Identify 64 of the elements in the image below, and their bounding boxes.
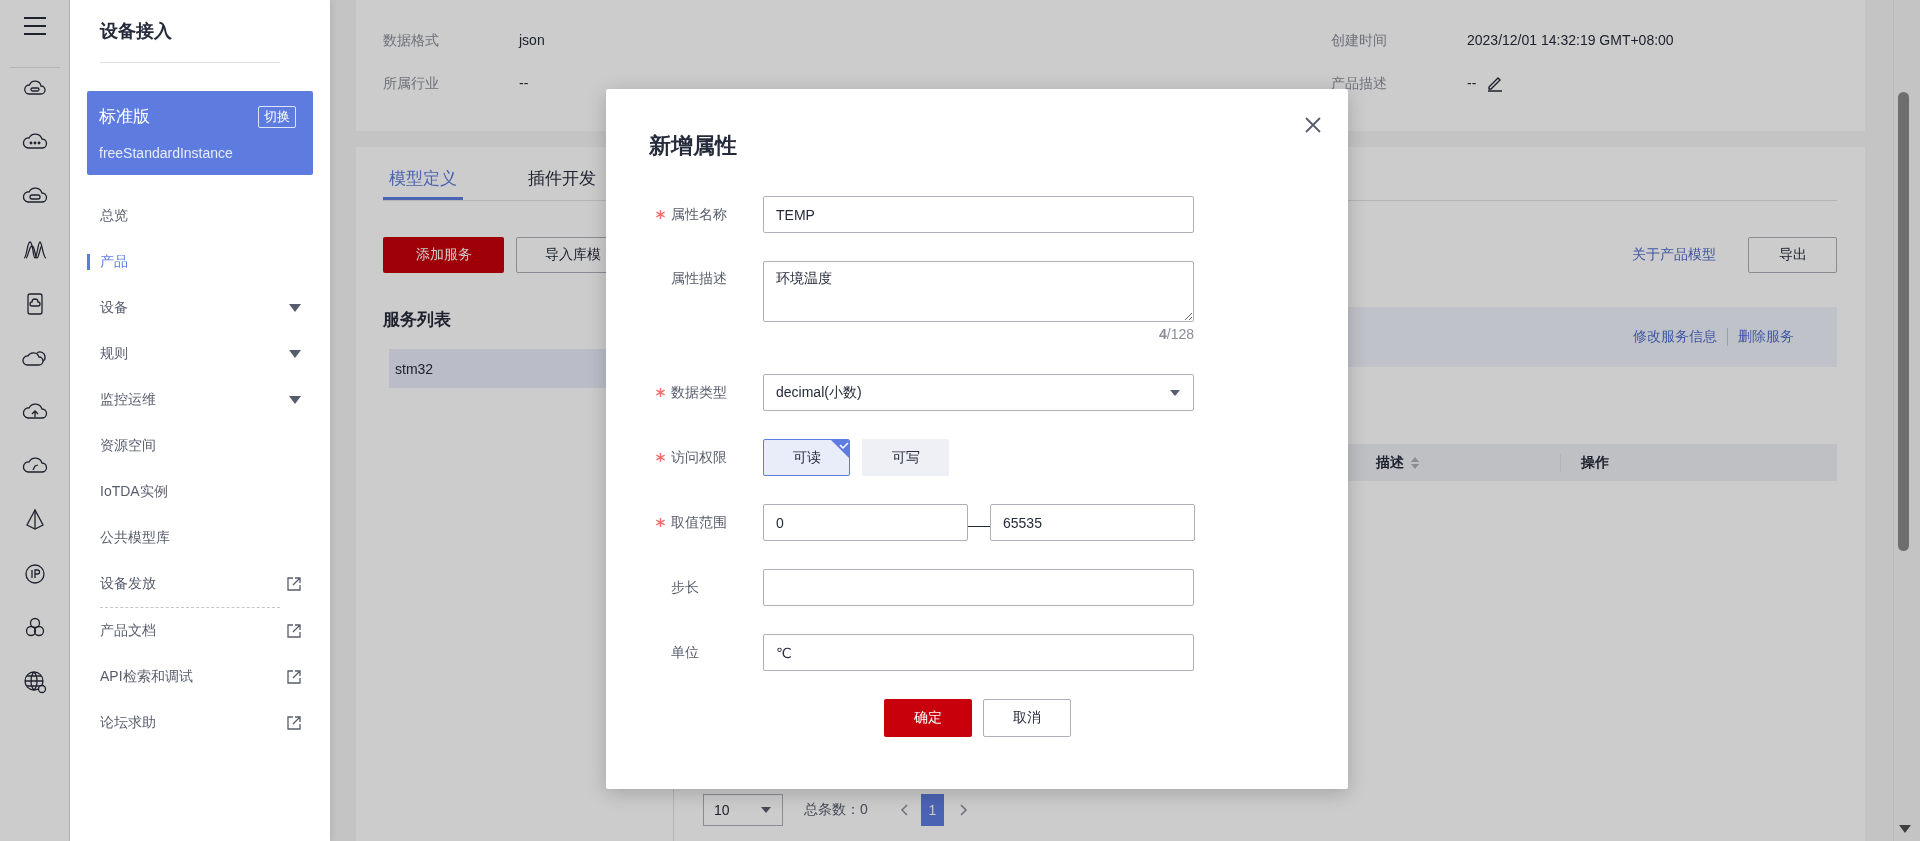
sidebar-item[interactable]: 设备 <box>87 285 313 331</box>
page-size-select[interactable]: 10 <box>703 794 783 826</box>
sidebar-item[interactable]: API检索和调试 <box>87 654 313 700</box>
sidebar-title: 设备接入 <box>100 20 173 43</box>
field-label: 单位 <box>671 643 699 662</box>
description-field[interactable]: 环境温度 <box>763 261 1194 322</box>
caret-icon <box>1169 388 1181 397</box>
service-list-title: 服务列表 <box>383 309 452 331</box>
field-label: 属性名称 <box>671 205 727 224</box>
field-label: 步长 <box>671 578 699 597</box>
text-field[interactable]: ℃ <box>763 634 1194 671</box>
add-service-button[interactable]: 添加服务 <box>383 237 504 273</box>
data-type-select[interactable]: decimal(小数) <box>763 374 1194 411</box>
sidebar-item[interactable]: 公共模型库 <box>87 515 313 561</box>
column-header: 操作 <box>1581 453 1609 472</box>
sidebar-item[interactable]: IoTDA实例 <box>87 469 313 515</box>
service-action-link[interactable]: 删除服务 <box>1727 328 1804 346</box>
field-label: 取值范围 <box>671 513 727 532</box>
scrollbar[interactable] <box>1893 0 1920 841</box>
field-label: 数据类型 <box>671 383 727 402</box>
service-action-link[interactable]: 修改服务信息 <box>1623 328 1727 346</box>
total-count: 总条数：0 <box>804 801 868 819</box>
sidebar-item[interactable]: 论坛求助 <box>87 700 313 746</box>
field-label: 属性描述 <box>671 270 727 288</box>
field-label: 所属行业 <box>383 74 440 93</box>
tab[interactable]: 插件开发 <box>522 147 602 200</box>
page-button[interactable]: 1 <box>920 794 944 826</box>
column-header: 描述 <box>1376 453 1404 472</box>
option-button[interactable]: 可写 <box>862 439 949 476</box>
text-field[interactable]: TEMP <box>763 196 1194 233</box>
scrollbar-thumb[interactable] <box>1898 92 1909 551</box>
field-label: 访问权限 <box>671 448 727 467</box>
text-field[interactable] <box>763 569 1194 606</box>
cancel-button[interactable]: 取消 <box>982 699 1071 737</box>
switch-button[interactable]: 切换 <box>258 106 296 128</box>
product-model-link[interactable]: 关于产品模型 <box>1632 246 1716 264</box>
edition-label: 标准版 <box>99 106 150 128</box>
field-label: 产品描述 <box>1331 74 1388 93</box>
field-value: -- <box>1467 74 1477 93</box>
sidebar-item[interactable]: 产品文档 <box>87 608 313 654</box>
field-value: 2023/12/01 14:32:19 GMT+08:00 <box>1467 31 1674 50</box>
tab[interactable]: 模型定义 <box>383 147 463 200</box>
export-button[interactable]: 导出 <box>1748 237 1837 273</box>
caret-icon <box>760 806 772 814</box>
close-icon[interactable] <box>1304 116 1322 134</box>
max-value-field[interactable]: 65535 <box>990 504 1195 541</box>
sidebar-item[interactable]: 总览 <box>87 193 313 239</box>
min-value-field[interactable]: 0 <box>763 504 968 541</box>
field-value: json <box>519 31 545 50</box>
confirm-button[interactable]: 确定 <box>883 699 972 737</box>
option-button[interactable]: 可读 <box>763 439 850 476</box>
sidebar-item[interactable]: 产品 <box>87 239 313 285</box>
sidebar-item[interactable]: 设备发放 <box>87 561 313 607</box>
sidebar-item[interactable]: 监控运维 <box>87 377 313 423</box>
sidebar-item[interactable]: 资源空间 <box>87 423 313 469</box>
field-label: 创建时间 <box>1331 31 1388 50</box>
scroll-down-icon[interactable] <box>1899 825 1911 833</box>
sidebar-item[interactable]: 规则 <box>87 331 313 377</box>
instance-name: freeStandardInstance <box>99 144 234 163</box>
field-label: 数据格式 <box>383 31 440 50</box>
dialog-title: 新增属性 <box>649 133 738 159</box>
field-value: -- <box>519 74 529 93</box>
character-counter: 4/128 <box>1158 325 1194 344</box>
check-icon <box>831 440 849 458</box>
